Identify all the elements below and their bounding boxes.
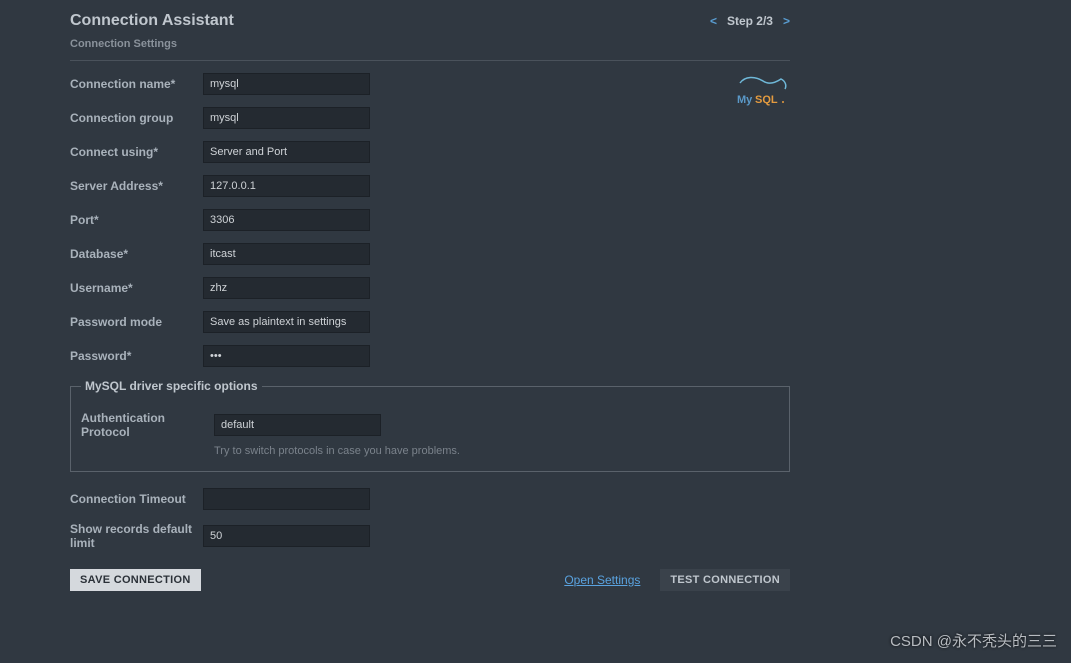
username-input[interactable] — [203, 277, 370, 299]
page-title: Connection Assistant — [70, 12, 234, 30]
password-input[interactable] — [203, 345, 370, 367]
svg-text:My: My — [737, 94, 753, 106]
password-mode-select[interactable] — [203, 311, 370, 333]
password-label: Password* — [70, 349, 203, 363]
connection-group-label: Connection group — [70, 111, 203, 125]
save-connection-button[interactable]: Save Connection — [70, 569, 201, 591]
step-nav: < Step 2/3 > — [710, 14, 790, 28]
username-label: Username* — [70, 281, 203, 295]
svg-text:SQL: SQL — [755, 94, 778, 106]
divider — [70, 60, 790, 61]
prev-step-button[interactable]: < — [710, 14, 717, 28]
connection-timeout-input[interactable] — [203, 488, 370, 510]
connection-name-label: Connection name* — [70, 77, 203, 91]
next-step-button[interactable]: > — [783, 14, 790, 28]
connect-using-label: Connect using* — [70, 145, 203, 159]
records-limit-label: Show records default limit — [70, 522, 203, 551]
step-indicator: Step 2/3 — [727, 14, 773, 28]
port-input[interactable] — [203, 209, 370, 231]
open-settings-link[interactable]: Open Settings — [564, 573, 640, 587]
database-label: Database* — [70, 247, 203, 261]
mysql-logo-icon: My SQL — [735, 73, 790, 108]
password-mode-label: Password mode — [70, 315, 203, 329]
auth-protocol-hint: Try to switch protocols in case you have… — [214, 445, 779, 457]
connection-group-input[interactable] — [203, 107, 370, 129]
watermark: CSDN @永不秃头的三三 — [890, 630, 1057, 651]
auth-protocol-label: Authentication Protocol — [81, 411, 214, 439]
auth-protocol-select[interactable] — [214, 414, 381, 436]
port-label: Port* — [70, 213, 203, 227]
page-subtitle: Connection Settings — [70, 38, 790, 50]
driver-options-legend: MySQL driver specific options — [81, 379, 262, 393]
server-address-label: Server Address* — [70, 179, 203, 193]
connection-timeout-label: Connection Timeout — [70, 492, 203, 506]
database-input[interactable] — [203, 243, 370, 265]
connect-using-select[interactable] — [203, 141, 370, 163]
driver-options-fieldset: MySQL driver specific options Authentica… — [70, 379, 790, 472]
server-address-input[interactable] — [203, 175, 370, 197]
connection-name-input[interactable] — [203, 73, 370, 95]
records-limit-input[interactable] — [203, 525, 370, 547]
test-connection-button[interactable]: Test Connection — [660, 569, 790, 591]
